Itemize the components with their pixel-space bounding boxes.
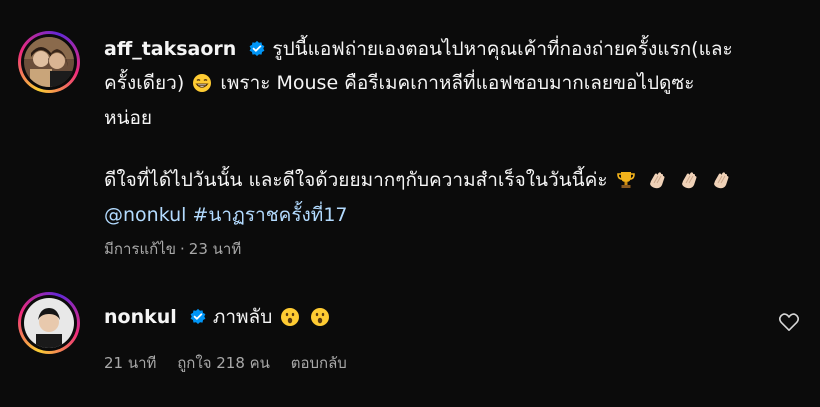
comment-text-line2a: ครั้งเดียว) xyxy=(104,72,185,94)
hashtag-link[interactable]: #นาฏราชครั้งที่17 xyxy=(193,204,348,226)
comment-username[interactable]: aff_taksaorn xyxy=(104,38,236,60)
like-heart-icon[interactable] xyxy=(778,312,800,336)
avatar-aff[interactable] xyxy=(18,31,80,93)
comment-text-line2b: เพราะ Mouse คือรีเมคเกาหลีที่แอฟชอบมากเล… xyxy=(220,72,695,94)
avatar-photo-icon xyxy=(24,37,74,87)
comment-text-line1: รูปนี้แอฟถ่ายเองตอนไปหาคุณเค้าที่กองถ่าย… xyxy=(272,38,733,60)
verified-badge-icon xyxy=(189,305,207,336)
reply-button[interactable]: ตอบกลับ xyxy=(291,354,347,372)
trophy-emoji-icon xyxy=(616,169,636,200)
edited-label: มีการแก้ไข xyxy=(104,240,176,258)
comment-time[interactable]: 21 นาที xyxy=(104,354,156,372)
avatar-nonkul[interactable] xyxy=(18,292,80,354)
surprised-emoji-icon xyxy=(280,306,300,337)
comment-time[interactable]: 23 นาที xyxy=(189,240,241,258)
verified-badge-icon xyxy=(248,37,266,68)
clap-emoji-icon xyxy=(710,169,732,200)
grin-emoji-icon xyxy=(192,72,212,103)
mention-link[interactable]: @nonkul xyxy=(104,204,186,226)
comment-username[interactable]: nonkul xyxy=(104,306,177,328)
clap-emoji-icon xyxy=(646,169,668,200)
clap-emoji-icon xyxy=(678,169,700,200)
comment-text: ภาพลับ xyxy=(212,306,273,328)
avatar-photo-icon xyxy=(24,298,74,348)
meta-separator: · xyxy=(180,240,185,258)
comment-text-line3: หน่อย xyxy=(104,107,153,129)
surprised-emoji-icon xyxy=(310,306,330,337)
likes-count[interactable]: ถูกใจ 218 คน xyxy=(177,354,270,372)
comment-text-line4: ดีใจที่ได้ไปวันนั้น และดีใจด้วยยมากๆกับค… xyxy=(104,169,608,191)
